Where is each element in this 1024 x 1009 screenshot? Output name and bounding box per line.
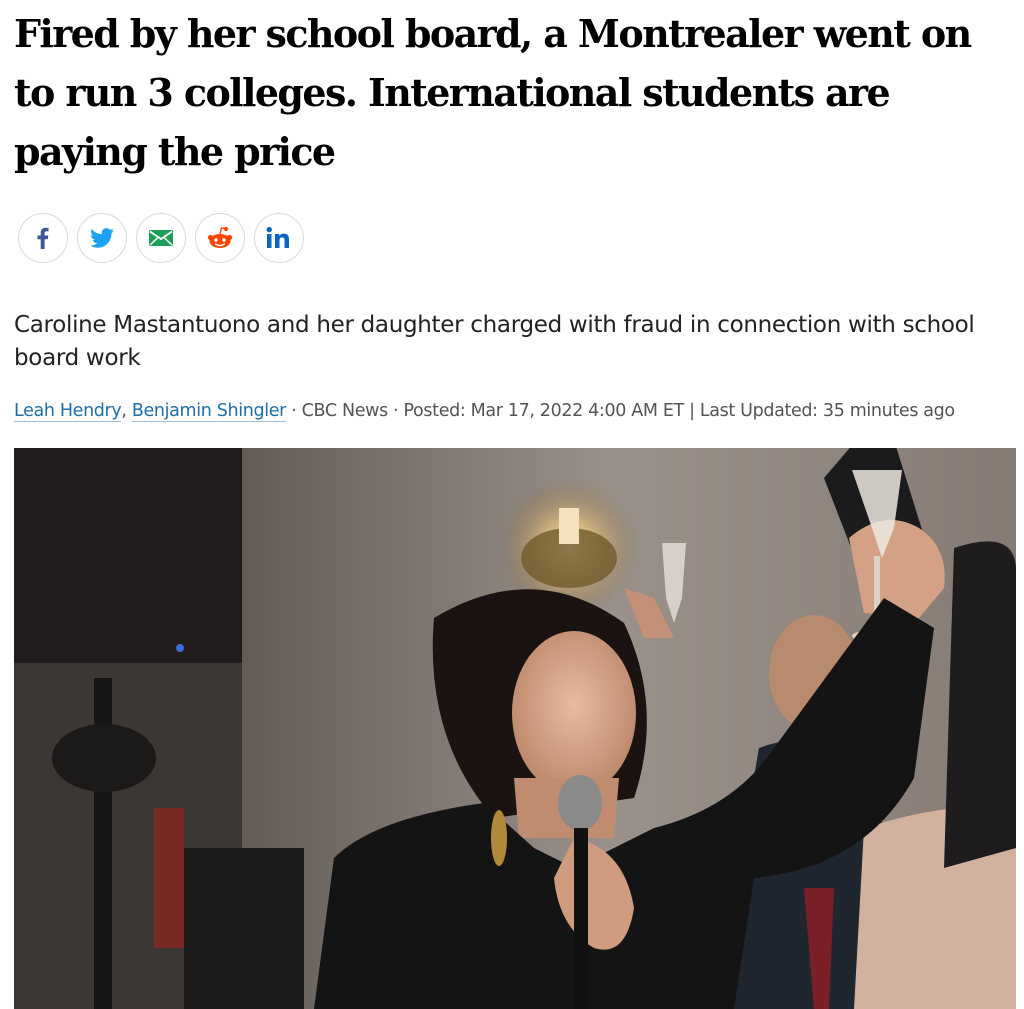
twitter-icon	[90, 228, 114, 248]
share-linkedin-button[interactable]	[254, 213, 304, 263]
article-headline: Fired by her school board, a Montrealer …	[14, 11, 972, 174]
share-twitter-button[interactable]	[77, 213, 127, 263]
facebook-icon	[37, 227, 49, 249]
lead-photo	[14, 448, 1016, 1009]
reddit-icon	[207, 226, 233, 248]
linkedin-icon	[266, 226, 289, 248]
article-deck: Caroline Mastantuono and her daughter ch…	[14, 312, 975, 371]
byline-source-dates: · CBC News · Posted: Mar 17, 2022 4:00 A…	[286, 401, 955, 421]
author-separator: ,	[121, 401, 132, 421]
author-link[interactable]: Benjamin Shingler	[131, 401, 286, 422]
share-bar	[18, 213, 304, 265]
share-email-button[interactable]	[136, 213, 186, 263]
article-byline: Leah Hendry, Benjamin Shingler · CBC New…	[14, 398, 955, 424]
share-facebook-button[interactable]	[18, 213, 68, 263]
email-icon	[149, 230, 173, 246]
share-reddit-button[interactable]	[195, 213, 245, 263]
author-link[interactable]: Leah Hendry	[14, 401, 122, 422]
